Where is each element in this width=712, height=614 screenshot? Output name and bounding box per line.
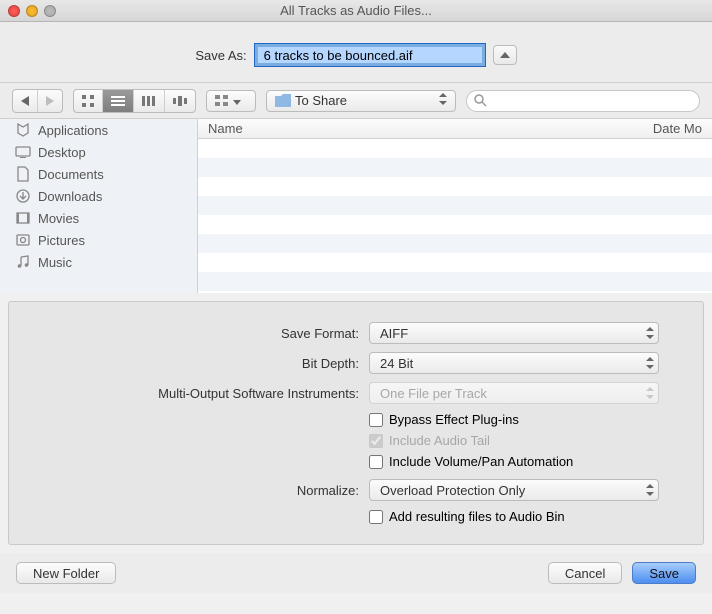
forward-button[interactable]: [38, 90, 62, 112]
sidebar-item-label: Music: [38, 255, 72, 270]
add-to-bin-label: Add resulting files to Audio Bin: [389, 509, 565, 524]
updown-caret-icon: [646, 327, 654, 339]
include-tail-checkbox: [369, 434, 383, 448]
sidebar-item-label: Pictures: [38, 233, 85, 248]
updown-caret-icon: [439, 93, 447, 105]
multi-output-select: One File per Track: [369, 382, 659, 404]
saveas-label: Save As:: [195, 48, 246, 63]
sidebar-item-label: Downloads: [38, 189, 102, 204]
dialog-footer: New Folder Cancel Save: [0, 553, 712, 593]
new-folder-button[interactable]: New Folder: [16, 562, 116, 584]
bypass-plugins-checkbox[interactable]: [369, 413, 383, 427]
saveas-row: Save As:: [0, 22, 712, 83]
pictures-icon: [14, 232, 32, 248]
updown-caret-icon: [646, 357, 654, 369]
chevron-right-icon: [46, 96, 54, 106]
file-row: [198, 253, 712, 272]
view-list-button[interactable]: [103, 90, 134, 112]
add-to-bin-checkbox[interactable]: [369, 510, 383, 524]
sidebar-item-documents[interactable]: Documents: [0, 163, 197, 185]
documents-icon: [14, 166, 32, 182]
nav-segment: [12, 89, 63, 113]
normalize-value: Overload Protection Only: [380, 483, 525, 498]
save-format-select[interactable]: AIFF: [369, 322, 659, 344]
window-title: All Tracks as Audio Files...: [0, 3, 712, 18]
sidebar-item-label: Documents: [38, 167, 104, 182]
movies-icon: [14, 210, 32, 226]
coverflow-view-icon: [173, 96, 187, 106]
file-pane: Name Date Mo: [198, 119, 712, 293]
column-date-header[interactable]: Date Mo: [653, 121, 702, 136]
back-button[interactable]: [13, 90, 38, 112]
search-icon: [474, 94, 487, 107]
icon-view-icon: [82, 95, 94, 107]
arrange-icon: [215, 95, 229, 107]
titlebar: All Tracks as Audio Files...: [0, 0, 712, 22]
file-row: [198, 215, 712, 234]
bit-depth-value: 24 Bit: [380, 356, 413, 371]
sidebar-item-label: Applications: [38, 123, 108, 138]
sidebar-item-apps[interactable]: Applications: [0, 119, 197, 141]
view-segment: [73, 89, 196, 113]
chevron-left-icon: [21, 96, 29, 106]
file-row: [198, 139, 712, 158]
list-view-icon: [111, 96, 125, 106]
column-view-icon: [142, 96, 156, 106]
file-row: [198, 158, 712, 177]
file-row: [198, 177, 712, 196]
column-name-header[interactable]: Name: [208, 121, 653, 136]
saveas-input[interactable]: [255, 44, 485, 66]
reveal-toggle-button[interactable]: [493, 45, 517, 65]
cancel-button[interactable]: Cancel: [548, 562, 622, 584]
file-browser: Applications Desktop Documents Downloads Mov…: [0, 119, 712, 293]
location-label: To Share: [291, 93, 435, 108]
sidebar-item-movies[interactable]: Movies: [0, 207, 197, 229]
include-tail-label: Include Audio Tail: [389, 433, 490, 448]
multi-output-label: Multi-Output Software Instruments:: [29, 386, 359, 401]
file-row: [198, 234, 712, 253]
arrange-dropdown[interactable]: [206, 90, 256, 112]
include-volpan-label: Include Volume/Pan Automation: [389, 454, 573, 469]
include-volpan-checkbox[interactable]: [369, 455, 383, 469]
chevron-down-icon: [233, 100, 241, 105]
normalize-select[interactable]: Overload Protection Only: [369, 479, 659, 501]
bit-depth-select[interactable]: 24 Bit: [369, 352, 659, 374]
file-row: [198, 272, 712, 291]
file-row: [198, 196, 712, 215]
music-icon: [14, 254, 32, 270]
sidebar-item-label: Desktop: [38, 145, 86, 160]
search-input[interactable]: [466, 90, 700, 112]
updown-caret-icon: [646, 484, 654, 496]
column-header: Name Date Mo: [198, 119, 712, 139]
normalize-label: Normalize:: [29, 483, 359, 498]
view-coverflow-button[interactable]: [165, 90, 195, 112]
export-options-panel: Save Format: AIFF Bit Depth: 24 Bit Mult…: [8, 301, 704, 545]
save-format-label: Save Format:: [29, 326, 359, 341]
browser-toolbar: To Share: [0, 83, 712, 119]
apps-icon: [14, 122, 32, 138]
sidebar-item-downloads[interactable]: Downloads: [0, 185, 197, 207]
desktop-icon: [14, 144, 32, 160]
sidebar-item-pictures[interactable]: Pictures: [0, 229, 197, 251]
file-rows: [198, 139, 712, 293]
bit-depth-label: Bit Depth:: [29, 356, 359, 371]
sidebar: Applications Desktop Documents Downloads Mov…: [0, 119, 198, 293]
save-format-value: AIFF: [380, 326, 408, 341]
downloads-icon: [14, 188, 32, 204]
view-column-button[interactable]: [134, 90, 165, 112]
view-icon-button[interactable]: [74, 90, 103, 112]
multi-output-value: One File per Track: [380, 386, 487, 401]
updown-caret-icon: [646, 387, 654, 399]
location-dropdown[interactable]: To Share: [266, 90, 456, 112]
bypass-plugins-label: Bypass Effect Plug-ins: [389, 412, 519, 427]
save-button[interactable]: Save: [632, 562, 696, 584]
folder-icon: [275, 94, 291, 107]
chevron-up-icon: [500, 52, 510, 58]
sidebar-item-label: Movies: [38, 211, 79, 226]
sidebar-item-music[interactable]: Music: [0, 251, 197, 273]
sidebar-item-desktop[interactable]: Desktop: [0, 141, 197, 163]
